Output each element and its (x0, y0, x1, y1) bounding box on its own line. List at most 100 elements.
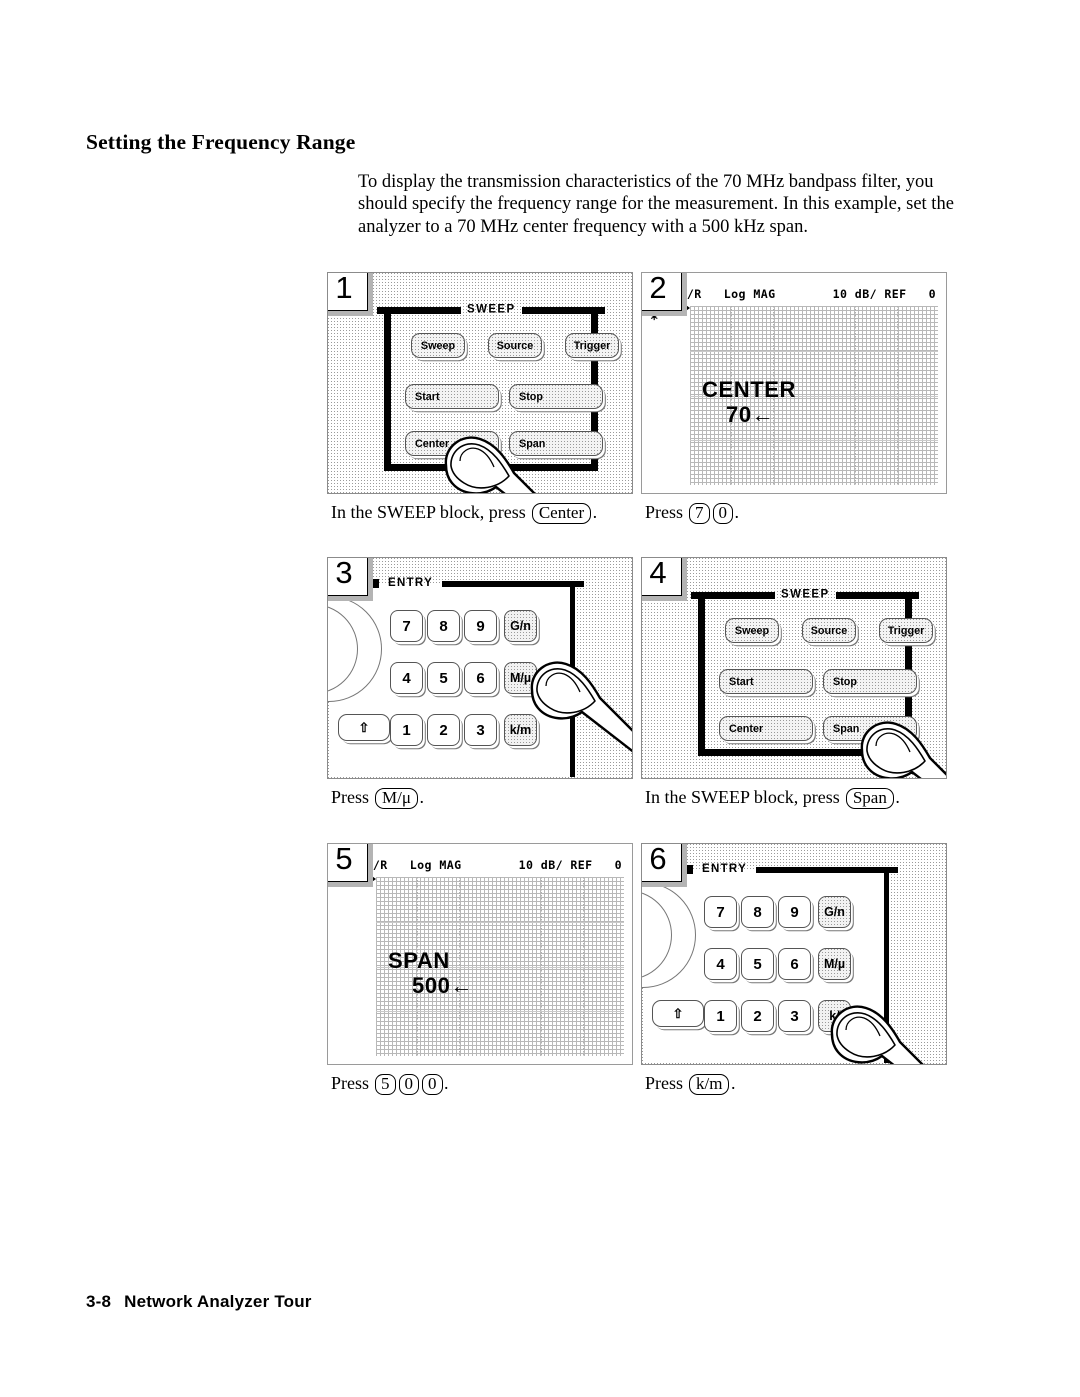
keypad-key-8[interactable]: 8 (427, 610, 460, 642)
header-square-marker (684, 865, 693, 875)
keypad-key-shift[interactable]: ⇧ (652, 1000, 704, 1027)
keypad-key-shift[interactable]: ⇧ (338, 714, 390, 741)
sweep-button-trigger[interactable]: Trigger (879, 618, 933, 643)
step-4-caption: In the SWEEP block, press Span. (645, 785, 900, 809)
key-label: 9 (476, 617, 485, 635)
reference-marker-icon (683, 303, 690, 313)
sweep-button-center[interactable]: Center (405, 431, 499, 456)
keypad-key-m[interactable]: M/µ (504, 662, 537, 694)
caption-text: Press (331, 1073, 374, 1093)
keypad-key-7[interactable]: 7 (704, 896, 737, 928)
active-entry-value: 70← (726, 401, 775, 427)
sweep-button-start[interactable]: Start (719, 669, 813, 694)
button-label: Source (810, 624, 848, 637)
key-label: 3 (476, 721, 485, 739)
sweep-block-frame: Sweep Source Trigger Start Stop Center Span (384, 311, 619, 471)
button-label: Start (415, 390, 440, 403)
analyzer-display: CH1 B/R Log MAG 10 dB/ REF 0 SPAN 500← (328, 844, 632, 1064)
keypad-key-6[interactable]: 6 (464, 662, 497, 694)
step-5-caption: Press 500. (331, 1071, 449, 1095)
keypad-key-gn[interactable]: G/n (504, 610, 537, 642)
caption-keycap-0[interactable]: 0 (422, 1074, 443, 1095)
step-3-caption: Press M/μ. (331, 785, 424, 809)
key-label: 7 (716, 903, 725, 921)
sweep-button-stop[interactable]: Stop (509, 384, 603, 409)
caption-keycap-5[interactable]: 5 (375, 1074, 396, 1095)
keypad-key-2[interactable]: 2 (741, 1000, 774, 1032)
button-label: Start (729, 675, 754, 688)
sweep-button-source[interactable]: Source (802, 618, 856, 643)
keypad-key-3[interactable]: 3 (464, 714, 497, 746)
keypad-key-4[interactable]: 4 (704, 948, 737, 980)
key-label: 5 (753, 955, 762, 973)
sweep-button-center[interactable]: Center (719, 716, 813, 741)
keypad-key-m[interactable]: M/µ (818, 948, 851, 980)
entry-block-header: ENTRY (684, 863, 898, 876)
key-label: 8 (753, 903, 762, 921)
analyzer-display: CH1 B/R Log MAG 10 dB/ REF 0 * CENTER 70← (642, 273, 946, 493)
keypad-key-7[interactable]: 7 (390, 610, 423, 642)
active-entry-value: 500← (412, 972, 474, 998)
keypad-key-5[interactable]: 5 (741, 948, 774, 980)
caption-text: In the SWEEP block, press (331, 502, 531, 522)
step-3: ENTRY ⇧ 7 8 9 G/n 4 5 6 M/µ 1 2 3 k/m 3 Press M/μ. (327, 557, 633, 809)
step-number-badge: 2 (642, 273, 682, 311)
keypad-key-gn[interactable]: G/n (818, 896, 851, 928)
sweep-button-trigger[interactable]: Trigger (565, 333, 619, 358)
caption-keycap-0[interactable]: 0 (712, 503, 734, 524)
step-6: ENTRY ⇧ 7 8 9 G/n 4 5 6 M/µ 1 2 3 k/6 Press k/m. (641, 843, 947, 1095)
keypad-key-9[interactable]: 9 (464, 610, 497, 642)
button-label: Span (833, 722, 860, 735)
display-header-right: 10 dB/ REF 0 (518, 858, 622, 872)
sweep-button-stop[interactable]: Stop (823, 669, 917, 694)
keypad-key-9[interactable]: 9 (778, 896, 811, 928)
caption-text: Press (645, 502, 688, 522)
step-4: SWEEP Sweep Source Trigger Start Stop Center Sp… (641, 557, 947, 809)
keypad-key-5[interactable]: 5 (427, 662, 460, 694)
reference-marker-icon (369, 874, 376, 884)
button-label: Center (729, 722, 764, 735)
keypad-key-2[interactable]: 2 (427, 714, 460, 746)
keypad-key-1[interactable]: 1 (704, 1000, 737, 1032)
caption-keycap-m[interactable]: M/μ (375, 788, 418, 809)
sweep-button-start[interactable]: Start (405, 384, 499, 409)
keypad-key-km[interactable]: k/m (504, 714, 537, 746)
caption-keycap-km[interactable]: k/m (689, 1074, 730, 1095)
keypad-key-k[interactable]: k/ (818, 1000, 851, 1032)
key-label: 3 (790, 1007, 799, 1025)
key-label: 1 (402, 721, 411, 739)
sweep-button-source[interactable]: Source (488, 333, 542, 358)
sweep-button-sweep[interactable]: Sweep (725, 618, 779, 643)
display-active-entry: CENTER 70← (702, 377, 796, 427)
sweep-button-sweep[interactable]: Sweep (411, 333, 465, 358)
caption-keycap-center[interactable]: Center (531, 503, 592, 524)
keypad-key-1[interactable]: 1 (390, 714, 423, 746)
caption-text-end: . (419, 787, 424, 807)
key-label: 6 (790, 955, 799, 973)
key-label: M/µ (823, 957, 846, 971)
step-number-badge: 1 (328, 273, 368, 311)
keypad-key-4[interactable]: 4 (390, 662, 423, 694)
button-label: Stop (833, 675, 857, 688)
key-label: 9 (790, 903, 799, 921)
sweep-button-span[interactable]: Span (509, 431, 603, 456)
keypad-key-3[interactable]: 3 (778, 1000, 811, 1032)
keypad-key-8[interactable]: 8 (741, 896, 774, 928)
caption-keycap-span[interactable]: Span (845, 788, 894, 809)
keypad-key-6[interactable]: 6 (778, 948, 811, 980)
key-label: 7 (402, 617, 411, 635)
caption-keycap-0[interactable]: 0 (398, 1074, 420, 1095)
caption-keycap-7[interactable]: 7 (689, 503, 710, 524)
button-label: Source (496, 339, 534, 352)
graticule-hline (690, 350, 938, 352)
step-6-caption: Press k/m. (645, 1071, 735, 1095)
key-label: ⇧ (358, 719, 370, 735)
step-2-artwork: CH1 B/R Log MAG 10 dB/ REF 0 * CENTER 70← 2 (641, 272, 947, 494)
step-1: SWEEP Sweep Source Trigger Start Stop Center Sp… (327, 272, 633, 524)
active-entry-label: SPAN (388, 948, 450, 973)
step-5-artwork: CH1 B/R Log MAG 10 dB/ REF 0 SPAN 500← 5 (327, 843, 633, 1065)
key-label: 4 (716, 955, 725, 973)
header-square-marker (370, 579, 379, 589)
sweep-button-span[interactable]: Span (823, 716, 917, 741)
sweep-block-frame: Sweep Source Trigger Start Stop Center Span (698, 596, 933, 756)
